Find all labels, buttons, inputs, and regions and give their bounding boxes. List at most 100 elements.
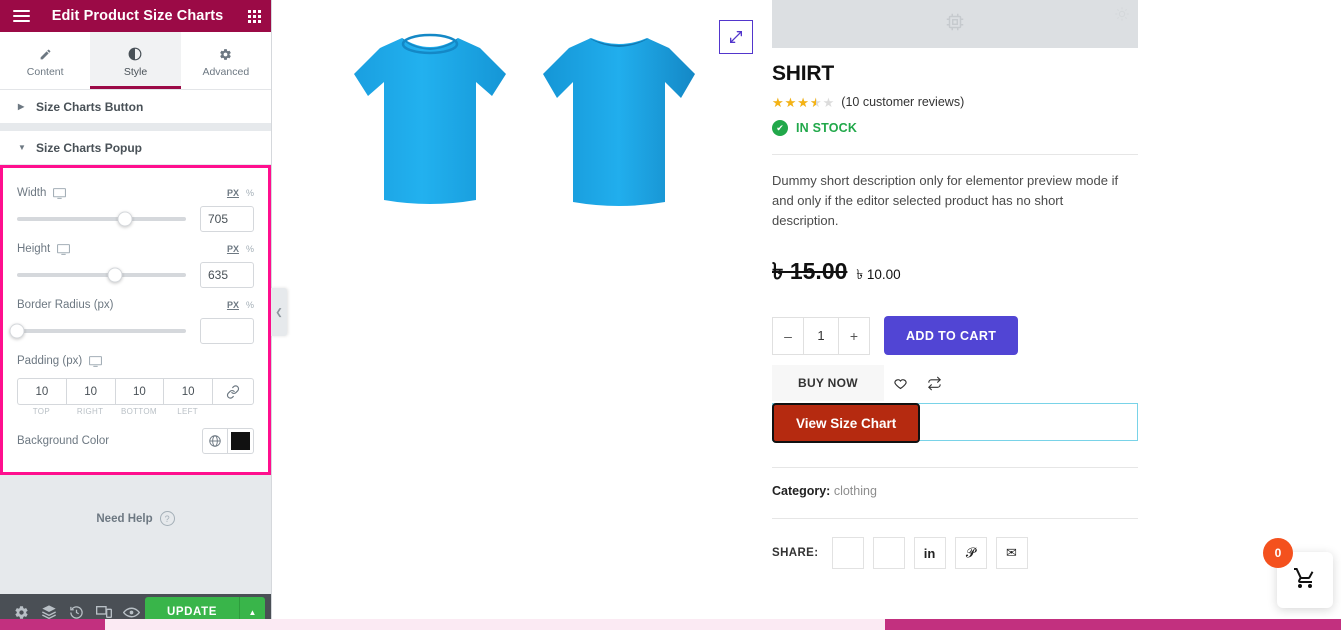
linkedin-icon[interactable]: in bbox=[913, 537, 946, 569]
desktop-device-icon[interactable] bbox=[89, 355, 103, 367]
cart-row: – 1 + ADD TO CART bbox=[772, 316, 1138, 355]
quantity-value[interactable]: 1 bbox=[803, 317, 839, 354]
padding-side-labels: TOP RIGHT BOTTOM LEFT bbox=[17, 407, 254, 416]
product-image-placeholder bbox=[772, 0, 1138, 48]
check-circle-icon: ✔ bbox=[772, 120, 788, 136]
border-radius-slider-knob[interactable] bbox=[9, 323, 25, 339]
cart-count-badge: 0 bbox=[1263, 538, 1293, 568]
pinterest-icon[interactable]: 𝓟 bbox=[954, 537, 987, 569]
compare-arrows-icon[interactable] bbox=[918, 365, 952, 401]
panel-header: Edit Product Size Charts bbox=[0, 0, 271, 32]
tab-content-label: Content bbox=[26, 65, 64, 78]
desktop-device-icon[interactable] bbox=[57, 243, 71, 255]
question-mark-icon: ? bbox=[159, 511, 175, 526]
need-help-link[interactable]: Need Help ? bbox=[0, 511, 271, 526]
heart-icon[interactable] bbox=[884, 365, 918, 401]
link-chain-icon[interactable] bbox=[212, 378, 254, 405]
facebook-icon[interactable] bbox=[831, 537, 864, 569]
border-radius-input[interactable] bbox=[200, 318, 254, 344]
chevron-down-icon: ▼ bbox=[18, 143, 26, 152]
price-row: ৳ 15.00 ৳ 10.00 bbox=[772, 253, 1138, 292]
section-label: Size Charts Popup bbox=[36, 140, 143, 155]
control-height: Height PX % bbox=[17, 236, 254, 288]
share-row: SHARE: in 𝓟 ✉ bbox=[772, 537, 1138, 569]
scrollbar-right-track[interactable] bbox=[885, 619, 1341, 630]
control-padding-label: Padding (px) bbox=[17, 355, 83, 367]
tshirt-back-blue[interactable] bbox=[529, 22, 704, 212]
unit-px[interactable]: PX bbox=[227, 244, 239, 254]
height-slider[interactable] bbox=[17, 267, 186, 283]
unit-percent[interactable]: % bbox=[246, 188, 254, 198]
unit-percent[interactable]: % bbox=[246, 244, 254, 254]
view-size-chart-button[interactable]: View Size Chart bbox=[772, 403, 921, 443]
size-chart-widget-selection[interactable]: View Size Chart bbox=[772, 403, 1138, 443]
control-width-label: Width bbox=[17, 187, 47, 199]
gallery-images bbox=[278, 0, 766, 212]
buy-now-button[interactable]: BUY NOW bbox=[772, 365, 884, 401]
add-to-cart-button[interactable]: ADD TO CART bbox=[884, 316, 1019, 355]
quantity-decrease-button[interactable]: – bbox=[773, 318, 803, 354]
padding-bottom-input[interactable] bbox=[114, 378, 164, 405]
width-input[interactable] bbox=[200, 206, 254, 232]
expand-arrows-icon[interactable] bbox=[719, 20, 753, 54]
control-height-label: Height bbox=[17, 243, 51, 255]
scrollbar-thumb[interactable] bbox=[105, 619, 885, 630]
category-value[interactable]: clothing bbox=[834, 484, 877, 498]
horizontal-scrollbar[interactable] bbox=[0, 619, 1341, 630]
padding-inputs bbox=[17, 378, 254, 405]
scrollbar-left-track[interactable] bbox=[0, 619, 105, 630]
padding-label-bottom: BOTTOM bbox=[120, 407, 157, 416]
desktop-device-icon[interactable] bbox=[53, 187, 67, 199]
linkedin-glyph: in bbox=[923, 545, 936, 561]
editor-panel: Edit Product Size Charts Content Style A… bbox=[0, 0, 287, 630]
padding-label-left: LEFT bbox=[177, 407, 198, 416]
padding-label-right: RIGHT bbox=[76, 407, 104, 416]
panel-collapse-handle[interactable]: ❮ bbox=[271, 288, 287, 336]
product-description: Dummy short description only for element… bbox=[772, 173, 1119, 228]
height-slider-knob[interactable] bbox=[107, 267, 123, 283]
tab-content[interactable]: Content bbox=[0, 32, 91, 89]
customer-reviews-link[interactable]: (10 customer reviews) bbox=[841, 95, 964, 109]
unit-percent[interactable]: % bbox=[246, 300, 254, 310]
padding-top-input[interactable] bbox=[17, 378, 66, 405]
star-rating[interactable]: ★★★★★ ★★★★★ bbox=[772, 96, 835, 109]
background-color-swatch[interactable] bbox=[228, 428, 254, 454]
stock-status: ✔ IN STOCK bbox=[772, 120, 1138, 136]
globe-icon[interactable] bbox=[202, 428, 228, 454]
panel-body: Need Help ? bbox=[0, 475, 271, 594]
padding-left-input[interactable] bbox=[163, 378, 212, 405]
need-help-label: Need Help bbox=[96, 512, 153, 525]
tab-advanced[interactable]: Advanced bbox=[180, 32, 271, 89]
width-slider-knob[interactable] bbox=[117, 211, 133, 227]
quantity-increase-button[interactable]: + bbox=[839, 318, 869, 354]
star-rating-fill: ★★★★★ bbox=[772, 95, 816, 109]
contrast-icon bbox=[128, 47, 142, 61]
padding-label-top: TOP bbox=[32, 407, 50, 416]
size-charts-popup-controls: Width PX % 705 Height PX % 635 Border Ra… bbox=[0, 165, 271, 475]
floating-cart-widget[interactable]: 0 bbox=[1263, 538, 1333, 608]
section-size-charts-button[interactable]: ▶ Size Charts Button bbox=[0, 90, 271, 124]
grid-apps-icon[interactable] bbox=[248, 9, 261, 23]
divider bbox=[772, 518, 1138, 519]
control-background-color: Background Color bbox=[17, 426, 254, 456]
buy-row: BUY NOW bbox=[772, 365, 1138, 401]
border-radius-slider[interactable] bbox=[9, 323, 186, 339]
product-gallery bbox=[272, 0, 772, 630]
email-icon[interactable]: ✉ bbox=[995, 537, 1028, 569]
tshirt-front-blue[interactable] bbox=[340, 22, 515, 212]
tab-style[interactable]: Style bbox=[90, 32, 181, 89]
control-width: Width PX % bbox=[17, 180, 254, 232]
quantity-stepper[interactable]: – 1 + bbox=[772, 316, 870, 355]
padding-right-input[interactable] bbox=[65, 378, 115, 405]
gear-icon bbox=[219, 48, 232, 61]
panel-title: Edit Product Size Charts bbox=[51, 8, 224, 24]
product-details: SHIRT ★★★★★ ★★★★★ (10 customer reviews) … bbox=[772, 0, 1152, 630]
width-slider[interactable] bbox=[17, 211, 186, 227]
category-label: Category: bbox=[772, 484, 831, 498]
section-size-charts-popup[interactable]: ▼ Size Charts Popup bbox=[0, 131, 271, 165]
unit-px[interactable]: PX bbox=[227, 188, 239, 198]
twitter-icon[interactable] bbox=[872, 537, 905, 569]
unit-px[interactable]: PX bbox=[227, 300, 239, 310]
height-input[interactable] bbox=[200, 262, 254, 288]
pencil-icon bbox=[39, 48, 52, 61]
